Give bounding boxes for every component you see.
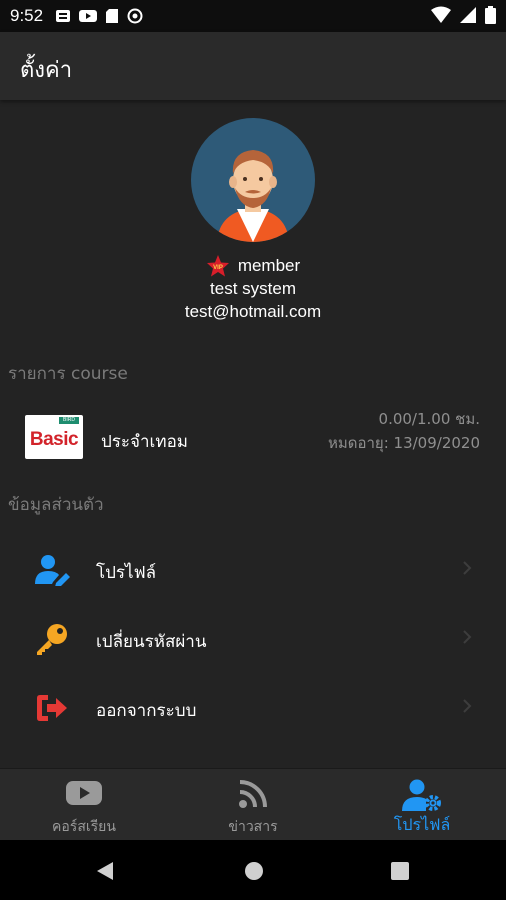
course-item[interactable]: BIRD Basic ประจำเทอม 0.00/1.00 ชม. หมดอา… (0, 404, 506, 474)
chevron-right-icon (463, 630, 472, 644)
change-password-menu-label: เปลี่ยนรหัสผ่าน (96, 632, 207, 652)
profile-menu-item[interactable]: โปรไฟล์ (0, 538, 506, 600)
status-icons-right (431, 6, 496, 24)
course-logo: BIRD Basic (25, 415, 83, 459)
change-password-menu-item[interactable]: เปลี่ยนรหัสผ่าน (0, 607, 506, 669)
personal-section-title: ข้อมูลส่วนตัว (8, 495, 104, 515)
course-name: ประจำเทอม (101, 432, 188, 452)
signal-icon (460, 7, 476, 23)
home-icon[interactable] (244, 861, 264, 881)
notification-icon (56, 10, 71, 22)
user-email: test@hotmail.com (184, 302, 322, 321)
member-status: VIP member (0, 254, 506, 278)
system-nav-bar (0, 840, 506, 900)
bottom-nav: คอร์สเรียน ข่าวสาร โปรไฟล์ (0, 768, 506, 841)
course-section-title: รายการ course (8, 364, 128, 384)
recents-icon[interactable] (391, 862, 409, 880)
member-label: member (237, 256, 301, 275)
sign-out-icon (37, 695, 67, 721)
avatar[interactable] (191, 118, 315, 242)
app-bar: ตั้งค่า (0, 32, 506, 100)
profile-menu-label: โปรไฟล์ (96, 563, 157, 583)
tab-news-label: ข่าวสาร (228, 819, 278, 835)
course-expiry: หมดอายุ: 13/09/2020 (327, 434, 480, 452)
svg-text:VIP: VIP (213, 265, 223, 271)
tab-courses-label: คอร์สเรียน (52, 819, 116, 835)
user-edit-icon (35, 555, 70, 586)
status-icons-left (55, 8, 143, 24)
status-bar: 9:52 (0, 0, 506, 32)
user-cog-icon (402, 779, 441, 811)
tab-news[interactable]: ข่าวสาร (169, 769, 337, 841)
status-time: 9:52 (10, 6, 44, 25)
sd-card-icon (106, 9, 119, 23)
course-hours: 0.00/1.00 ชม. (378, 410, 480, 428)
vip-star-icon: VIP (206, 255, 229, 277)
youtube-play-icon (66, 781, 102, 805)
key-icon (37, 624, 67, 655)
tab-profile[interactable]: โปรไฟล์ (338, 769, 506, 841)
rss-icon (239, 780, 267, 808)
avatar-illustration (217, 150, 289, 242)
logout-menu-item[interactable]: ออกจากระบบ (0, 676, 506, 738)
youtube-icon (79, 10, 98, 22)
back-icon[interactable] (96, 861, 114, 881)
page-title: ตั้งค่า (20, 58, 73, 83)
chevron-right-icon (463, 561, 472, 575)
battery-icon (485, 6, 496, 24)
tab-profile-label: โปรไฟล์ (393, 815, 451, 834)
tab-courses[interactable]: คอร์สเรียน (0, 769, 168, 841)
chevron-right-icon (463, 699, 472, 713)
course-logo-text: Basic (29, 429, 79, 450)
course-logo-badge: BIRD (59, 417, 79, 424)
logout-menu-label: ออกจากระบบ (96, 701, 197, 721)
sync-icon (127, 8, 143, 24)
wifi-icon (431, 6, 451, 23)
user-name: test system (210, 279, 296, 298)
